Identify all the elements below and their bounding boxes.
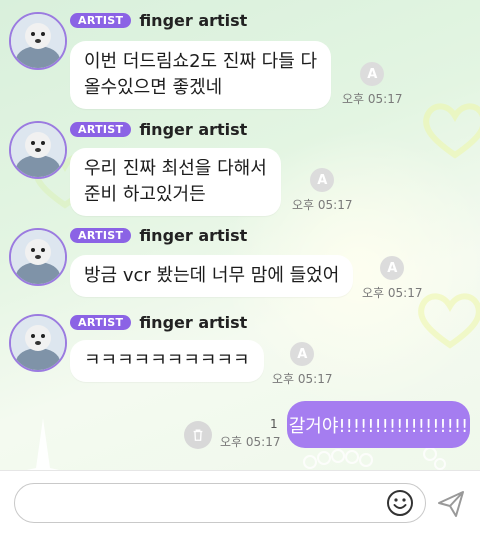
artist-badge: ARTIST bbox=[70, 228, 132, 243]
avatar[interactable] bbox=[9, 228, 67, 286]
message-time: 오후 05:17 bbox=[272, 372, 333, 386]
avatar[interactable] bbox=[9, 314, 67, 372]
message-input[interactable] bbox=[14, 483, 426, 523]
message-time: 오후 05:17 bbox=[220, 435, 281, 449]
message-bubble[interactable]: ㅋㅋㅋㅋㅋㅋㅋㅋㅋㅋ bbox=[70, 340, 264, 382]
message-time: 오후 05:17 bbox=[342, 92, 403, 106]
send-icon[interactable] bbox=[436, 489, 466, 519]
message-bubble[interactable]: 이번 더드림쇼2도 진짜 다들 다 올수있으면 좋겠네 bbox=[70, 41, 332, 109]
sender-name[interactable]: finger artist bbox=[139, 313, 247, 332]
reaction-add-icon[interactable]: A bbox=[290, 342, 315, 366]
avatar[interactable] bbox=[9, 12, 67, 70]
reaction-add-icon[interactable]: A bbox=[310, 168, 335, 192]
smiley-icon[interactable] bbox=[386, 489, 414, 517]
reaction-add-icon[interactable]: A bbox=[380, 256, 405, 280]
trash-icon[interactable] bbox=[184, 421, 212, 449]
avatar[interactable] bbox=[9, 121, 67, 179]
reaction-add-icon[interactable]: A bbox=[360, 62, 385, 86]
artist-badge: ARTIST bbox=[70, 315, 132, 330]
artist-badge: ARTIST bbox=[70, 13, 132, 28]
heart-decoration-icon bbox=[423, 103, 480, 159]
message-time: 오후 05:17 bbox=[362, 286, 423, 300]
sender-name[interactable]: finger artist bbox=[139, 11, 247, 30]
artist-badge: ARTIST bbox=[70, 122, 132, 137]
message-composer bbox=[0, 470, 480, 537]
my-message-bubble[interactable]: 갈거야!!!!!!!!!!!!!!!!!! bbox=[287, 401, 470, 448]
sender-name[interactable]: finger artist bbox=[139, 226, 247, 245]
heart-decoration-icon bbox=[418, 293, 480, 349]
message-bubble[interactable]: 방금 vcr 봤는데 너무 맘에 들었어 bbox=[70, 255, 354, 297]
message-time: 오후 05:17 bbox=[292, 198, 353, 212]
unread-count: 1 bbox=[270, 417, 278, 431]
sender-name[interactable]: finger artist bbox=[139, 120, 247, 139]
message-bubble[interactable]: 우리 진짜 최선을 다해서 준비 하고있거든 bbox=[70, 148, 281, 216]
